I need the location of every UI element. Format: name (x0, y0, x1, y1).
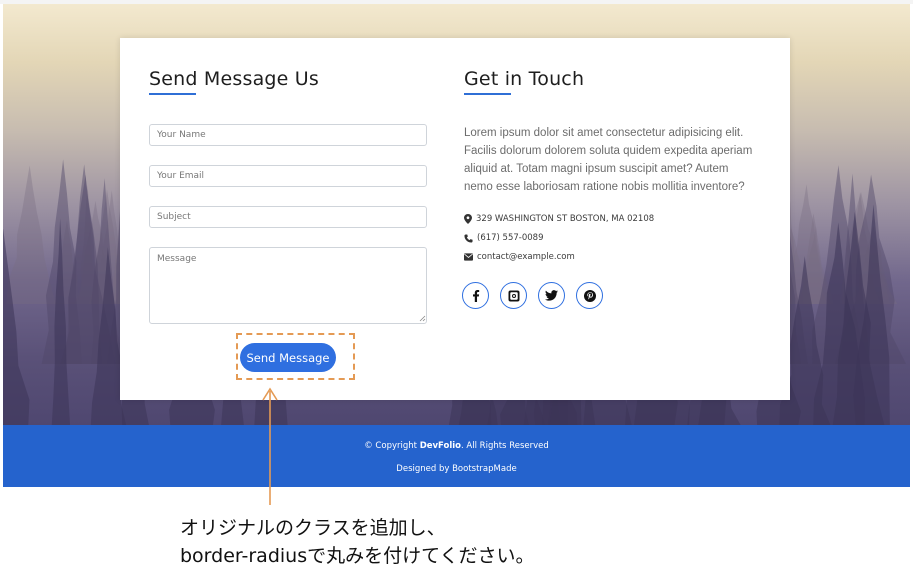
designed-by-line: Designed by BootstrapMade (396, 464, 517, 474)
copyright-prefix: © Copyright (364, 441, 417, 451)
pinterest-icon (583, 289, 596, 302)
subject-input[interactable] (149, 206, 427, 228)
phone-row: (617) 557-0089 (464, 233, 543, 243)
brand-name: DevFolio (419, 441, 462, 451)
email-row: contact@example.com (464, 252, 575, 262)
twitter-icon (545, 290, 558, 301)
envelope-icon (464, 253, 473, 261)
phone-icon (464, 233, 473, 243)
phone-text: (617) 557-0089 (477, 233, 544, 243)
message-wrapper (120, 247, 440, 324)
facebook-icon (472, 289, 479, 302)
get-in-touch-title-underline (464, 93, 511, 95)
instagram-link[interactable] (500, 282, 527, 309)
copyright-suffix: . All Rights Reserved (461, 441, 549, 451)
send-message-button[interactable]: Send Message (240, 343, 336, 372)
contact-card: Send Message Us Send Message Get in Touc… (120, 38, 790, 400)
email-input[interactable] (149, 165, 427, 187)
address-text: 329 WASHINGTON ST BOSTON, MA 02108 (476, 214, 655, 224)
send-message-title-underline (149, 93, 196, 95)
email-text: contact@example.com (477, 252, 575, 262)
get-in-touch-title: Get in Touch (464, 68, 585, 90)
footer: © Copyright DevFolio. All Rights Reserve… (3, 425, 910, 487)
message-textarea[interactable] (149, 247, 427, 324)
twitter-link[interactable] (538, 282, 565, 309)
copyright-line: © Copyright DevFolio. All Rights Reserve… (3, 441, 910, 451)
resize-grip-icon[interactable] (419, 315, 426, 322)
annotation-line-2: border-radiusで丸みを付けてください。 (180, 545, 535, 567)
instagram-icon (508, 290, 519, 301)
about-text: Lorem ipsum dolor sit amet consectetur a… (464, 127, 753, 193)
name-input[interactable] (149, 124, 427, 146)
send-message-title: Send Message Us (149, 68, 320, 90)
annotation-line-1: オリジナルのクラスを追加し、 (180, 517, 446, 539)
tree-shape (6, 165, 56, 304)
facebook-link[interactable] (462, 282, 489, 309)
address-row: 329 WASHINGTON ST BOSTON, MA 02108 (464, 214, 654, 224)
map-marker-icon (464, 214, 472, 224)
pinterest-link[interactable] (576, 282, 603, 309)
